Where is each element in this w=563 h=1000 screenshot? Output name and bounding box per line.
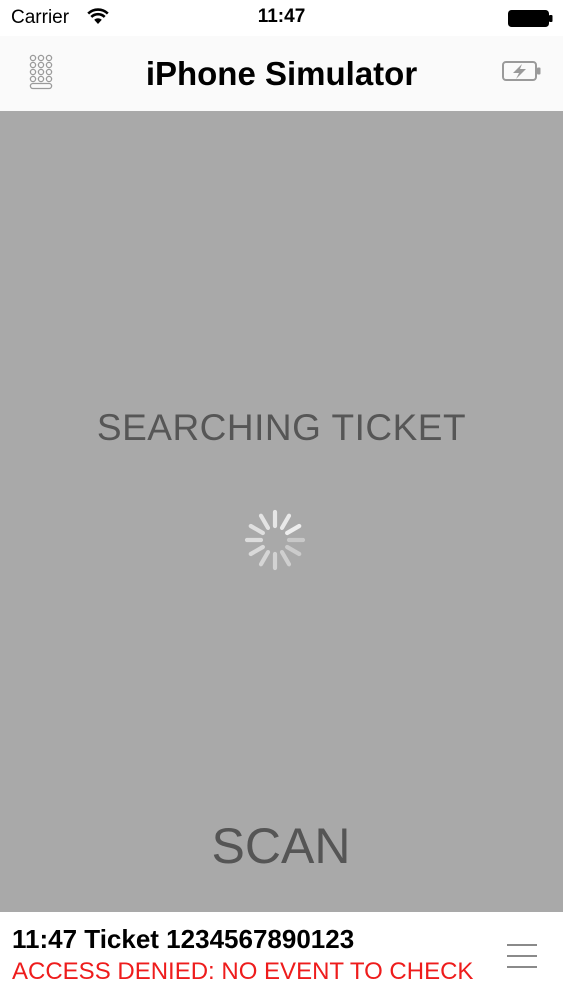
spinner-spoke: [279, 513, 292, 530]
spinner-spoke: [258, 513, 271, 530]
app-screen: Carrier 11:47 iPhone Simulator SEARCHING…: [0, 0, 563, 1000]
result-panel: 11:47 Ticket 1234567890123 ACCESS DENIED…: [0, 912, 563, 1000]
access-status-message: ACCESS DENIED: NO EVENT TO CHECK: [12, 958, 474, 985]
spinner-spoke: [258, 550, 271, 567]
nav-title: iPhone Simulator: [145, 55, 418, 92]
spinner-spoke: [285, 544, 302, 557]
battery-charge-icon[interactable]: [502, 60, 542, 82]
spinner-spoke: [279, 550, 292, 567]
scan-button[interactable]: SCAN: [181, 813, 381, 879]
status-clock: 11:47: [257, 6, 306, 27]
nav-bar: iPhone Simulator: [0, 36, 563, 111]
spinner-spoke: [248, 544, 265, 557]
spinner-spoke: [248, 523, 265, 536]
hamburger-menu-icon[interactable]: [502, 938, 542, 974]
spinner-spoke: [285, 523, 302, 536]
status-bar: Carrier 11:47: [0, 0, 563, 36]
scan-area: SEARCHING TICKET SCAN: [0, 111, 563, 912]
battery-icon: [508, 10, 553, 27]
searching-status-label: SEARCHING TICKET: [96, 407, 467, 448]
ticket-result-title: 11:47 Ticket 1234567890123: [12, 924, 355, 954]
activity-spinner-icon: [244, 509, 306, 571]
